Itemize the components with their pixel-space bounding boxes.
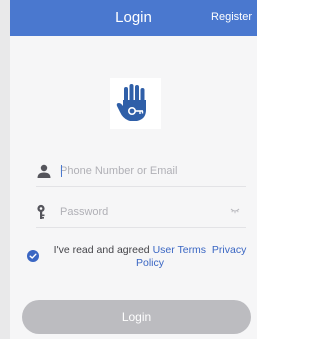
eye-closed-icon[interactable] [230, 207, 240, 215]
person-icon [36, 163, 52, 179]
account-input[interactable] [60, 160, 230, 182]
key-icon [36, 204, 52, 220]
register-link[interactable]: Register [211, 11, 252, 23]
agreement-text: I've read and agreed User Terms Privacy … [50, 244, 250, 270]
password-input[interactable] [60, 201, 230, 223]
left-edge [0, 0, 10, 339]
hand-key-icon [110, 78, 161, 129]
agreement-prefix: I've read and agreed [53, 244, 153, 256]
user-terms-link[interactable]: User Terms [153, 244, 206, 256]
password-field [36, 201, 246, 228]
login-button[interactable]: Login [22, 300, 251, 334]
text-cursor [61, 165, 62, 177]
header-bar: Login Register [10, 0, 257, 36]
account-field [36, 160, 246, 187]
check-circle-icon[interactable] [27, 250, 39, 262]
